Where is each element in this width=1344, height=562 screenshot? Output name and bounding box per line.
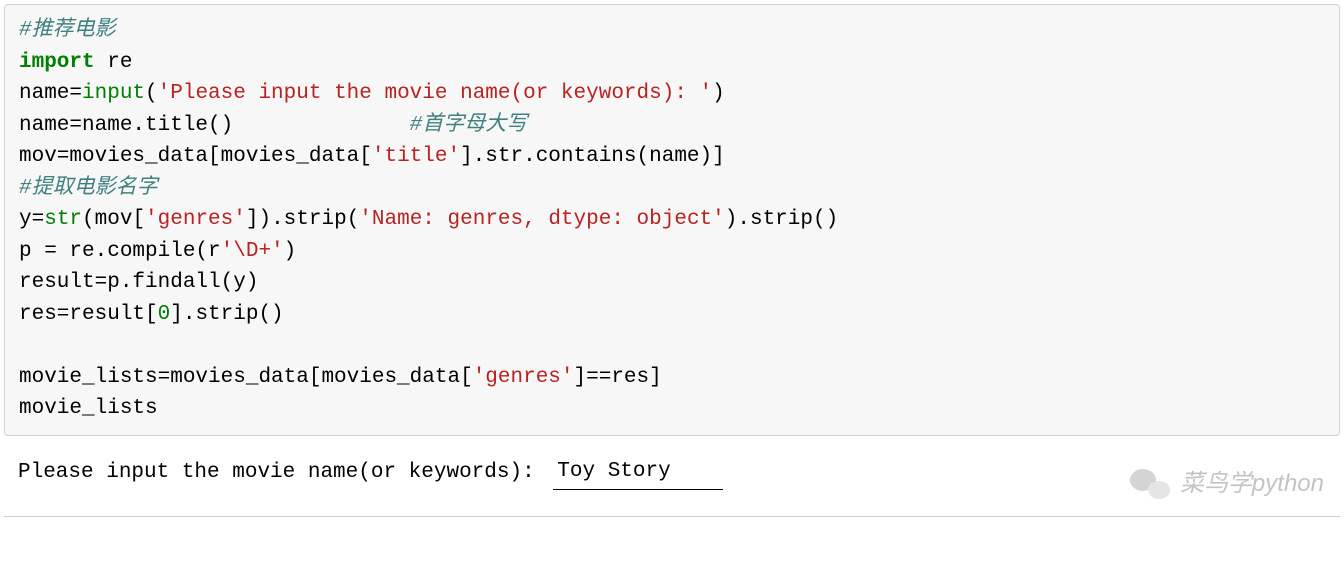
code-text: ].str.contains(name)]	[460, 145, 725, 168]
code-text: )	[712, 82, 725, 105]
code-text: movie_lists=movies_data[movies_data[	[19, 366, 473, 389]
code-text: name=name.title()	[19, 114, 410, 137]
code-text: name=	[19, 82, 82, 105]
code-line-7: y=str(mov['genres']).strip('Name: genres…	[19, 204, 1325, 236]
code-line-5: mov=movies_data[movies_data['title'].str…	[19, 141, 1325, 173]
keyword-import: import	[19, 51, 95, 74]
code-line-9: result=p.findall(y)	[19, 267, 1325, 299]
code-line-2: import re	[19, 47, 1325, 79]
string-literal: 'title'	[372, 145, 460, 168]
comment: #推荐电影	[19, 19, 116, 42]
string-literal: 'Name: genres, dtype: object'	[359, 208, 724, 231]
divider	[4, 516, 1340, 517]
code-line-3: name=input('Please input the movie name(…	[19, 78, 1325, 110]
watermark: 菜鸟学python	[1130, 466, 1324, 502]
string-literal: '\D+'	[221, 240, 284, 263]
code-text: ]==res]	[574, 366, 662, 389]
code-text: p = re.compile(	[19, 240, 208, 263]
code-line-4: name=name.title() #首字母大写	[19, 110, 1325, 142]
comment: #首字母大写	[410, 114, 528, 137]
code-text: (mov[	[82, 208, 145, 231]
number-literal: 0	[158, 303, 171, 326]
string-literal: 'genres'	[145, 208, 246, 231]
code-line-10: res=result[0].strip()	[19, 299, 1325, 331]
code-cell: #推荐电影 import re name=input('Please input…	[4, 4, 1340, 436]
code-line-13: movie_lists	[19, 393, 1325, 425]
string-literal: 'genres'	[473, 366, 574, 389]
code-text: y=	[19, 208, 44, 231]
code-text: mov=movies_data[movies_data[	[19, 145, 372, 168]
code-line-8: p = re.compile(r'\D+')	[19, 236, 1325, 268]
code-line-6: #提取电影名字	[19, 173, 1325, 205]
code-text: movie_lists	[19, 397, 158, 420]
code-text: ]).strip(	[246, 208, 359, 231]
code-text: res=result[	[19, 303, 158, 326]
code-line-11	[19, 330, 1325, 362]
builtin-str: str	[44, 208, 82, 231]
builtin-input: input	[82, 82, 145, 105]
watermark-text: 菜鸟学python	[1180, 466, 1324, 502]
code-text: (	[145, 82, 158, 105]
code-line-12: movie_lists=movies_data[movies_data['gen…	[19, 362, 1325, 394]
code-text: ].strip()	[170, 303, 283, 326]
wechat-icon	[1130, 467, 1170, 501]
code-text: )	[284, 240, 297, 263]
comment: #提取电影名字	[19, 177, 158, 200]
code-line-1: #推荐电影	[19, 15, 1325, 47]
user-input-field[interactable]: Toy Story	[553, 456, 723, 491]
code-text: ).strip()	[725, 208, 838, 231]
code-text: result=p.findall(y)	[19, 271, 258, 294]
prompt-label: Please input the movie name(or keywords)…	[18, 457, 547, 489]
rawstring-prefix: r	[208, 240, 221, 263]
module-name: re	[95, 51, 133, 74]
string-literal: 'Please input the movie name(or keywords…	[158, 82, 713, 105]
